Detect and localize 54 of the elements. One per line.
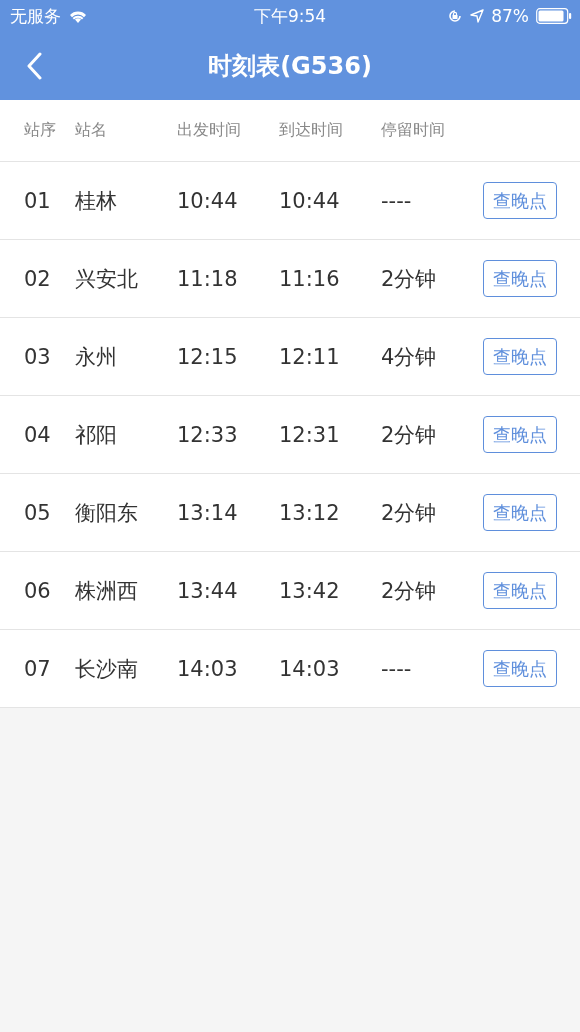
table-cell-text: 12:31 [279, 422, 341, 447]
table-cell-text: 13:14 [177, 500, 239, 525]
column-header: 出发时间 [177, 120, 242, 141]
table-cell-text: 12:33 [177, 422, 239, 447]
table-cell-text: 12:15 [177, 344, 239, 369]
delay-check-button[interactable]: 查晚点 [483, 416, 557, 453]
table-cell-text: 13:42 [279, 578, 341, 603]
carrier-text: 无服务 [10, 4, 61, 28]
table-cell-text: 长沙南 [75, 655, 139, 683]
rotation-lock-icon [447, 8, 464, 24]
table-cell-text: 06 [24, 578, 52, 603]
table-cell-text: 2分钟 [381, 499, 438, 527]
table-cell-text: 03 [24, 344, 52, 369]
table-cell-text: 13:12 [279, 500, 341, 525]
table-cell-text: 13:44 [177, 578, 239, 603]
table-cell-text: 05 [24, 500, 52, 525]
table-cell-text: 衡阳东 [75, 499, 139, 527]
table-cell-text: ---- [381, 656, 413, 681]
clock-text: 下午9:54 [253, 4, 327, 28]
battery-icon [536, 8, 572, 24]
table-cell-text: 11:18 [177, 266, 239, 291]
delay-check-button[interactable]: 查晚点 [483, 650, 557, 687]
battery-percent: 87% [491, 6, 529, 26]
table-cell-text: 兴安北 [75, 265, 139, 293]
location-arrow-icon [470, 9, 485, 23]
table-cell-text: ---- [381, 188, 413, 213]
column-header: 站名 [75, 120, 108, 141]
page-title: 时刻表(G536) [208, 51, 372, 82]
table-cell-text: 01 [24, 188, 52, 213]
table-cell-text: 07 [24, 656, 52, 681]
column-header: 到达时间 [279, 120, 344, 141]
table-cell-text: 02 [24, 266, 52, 291]
table-cell-text: 4分钟 [381, 343, 438, 371]
table-cell-text: 2分钟 [381, 421, 438, 449]
delay-check-button[interactable]: 查晚点 [483, 260, 557, 297]
delay-check-button[interactable]: 查晚点 [483, 572, 557, 609]
table-cell-text: 14:03 [177, 656, 239, 681]
delay-check-button[interactable]: 查晚点 [483, 182, 557, 219]
delay-check-button[interactable]: 查晚点 [483, 494, 557, 531]
table-cell-text: 10:44 [279, 188, 341, 213]
table-cell-text: 桂林 [75, 187, 118, 215]
table-cell-text: 永州 [75, 343, 118, 371]
table-cell-text: 株洲西 [75, 577, 139, 605]
column-header: 站序 [24, 120, 57, 141]
table-cell-text: 10:44 [177, 188, 239, 213]
delay-check-button[interactable]: 查晚点 [483, 338, 557, 375]
table-cell-text: 11:16 [279, 266, 341, 291]
table-cell-text: 2分钟 [381, 265, 438, 293]
table-cell-text: 12:11 [279, 344, 341, 369]
table-cell-text: 2分钟 [381, 577, 438, 605]
table-cell-text: 04 [24, 422, 52, 447]
table-cell-text: 14:03 [279, 656, 341, 681]
table-cell-text: 祁阳 [75, 421, 118, 449]
column-header: 停留时间 [381, 120, 446, 141]
